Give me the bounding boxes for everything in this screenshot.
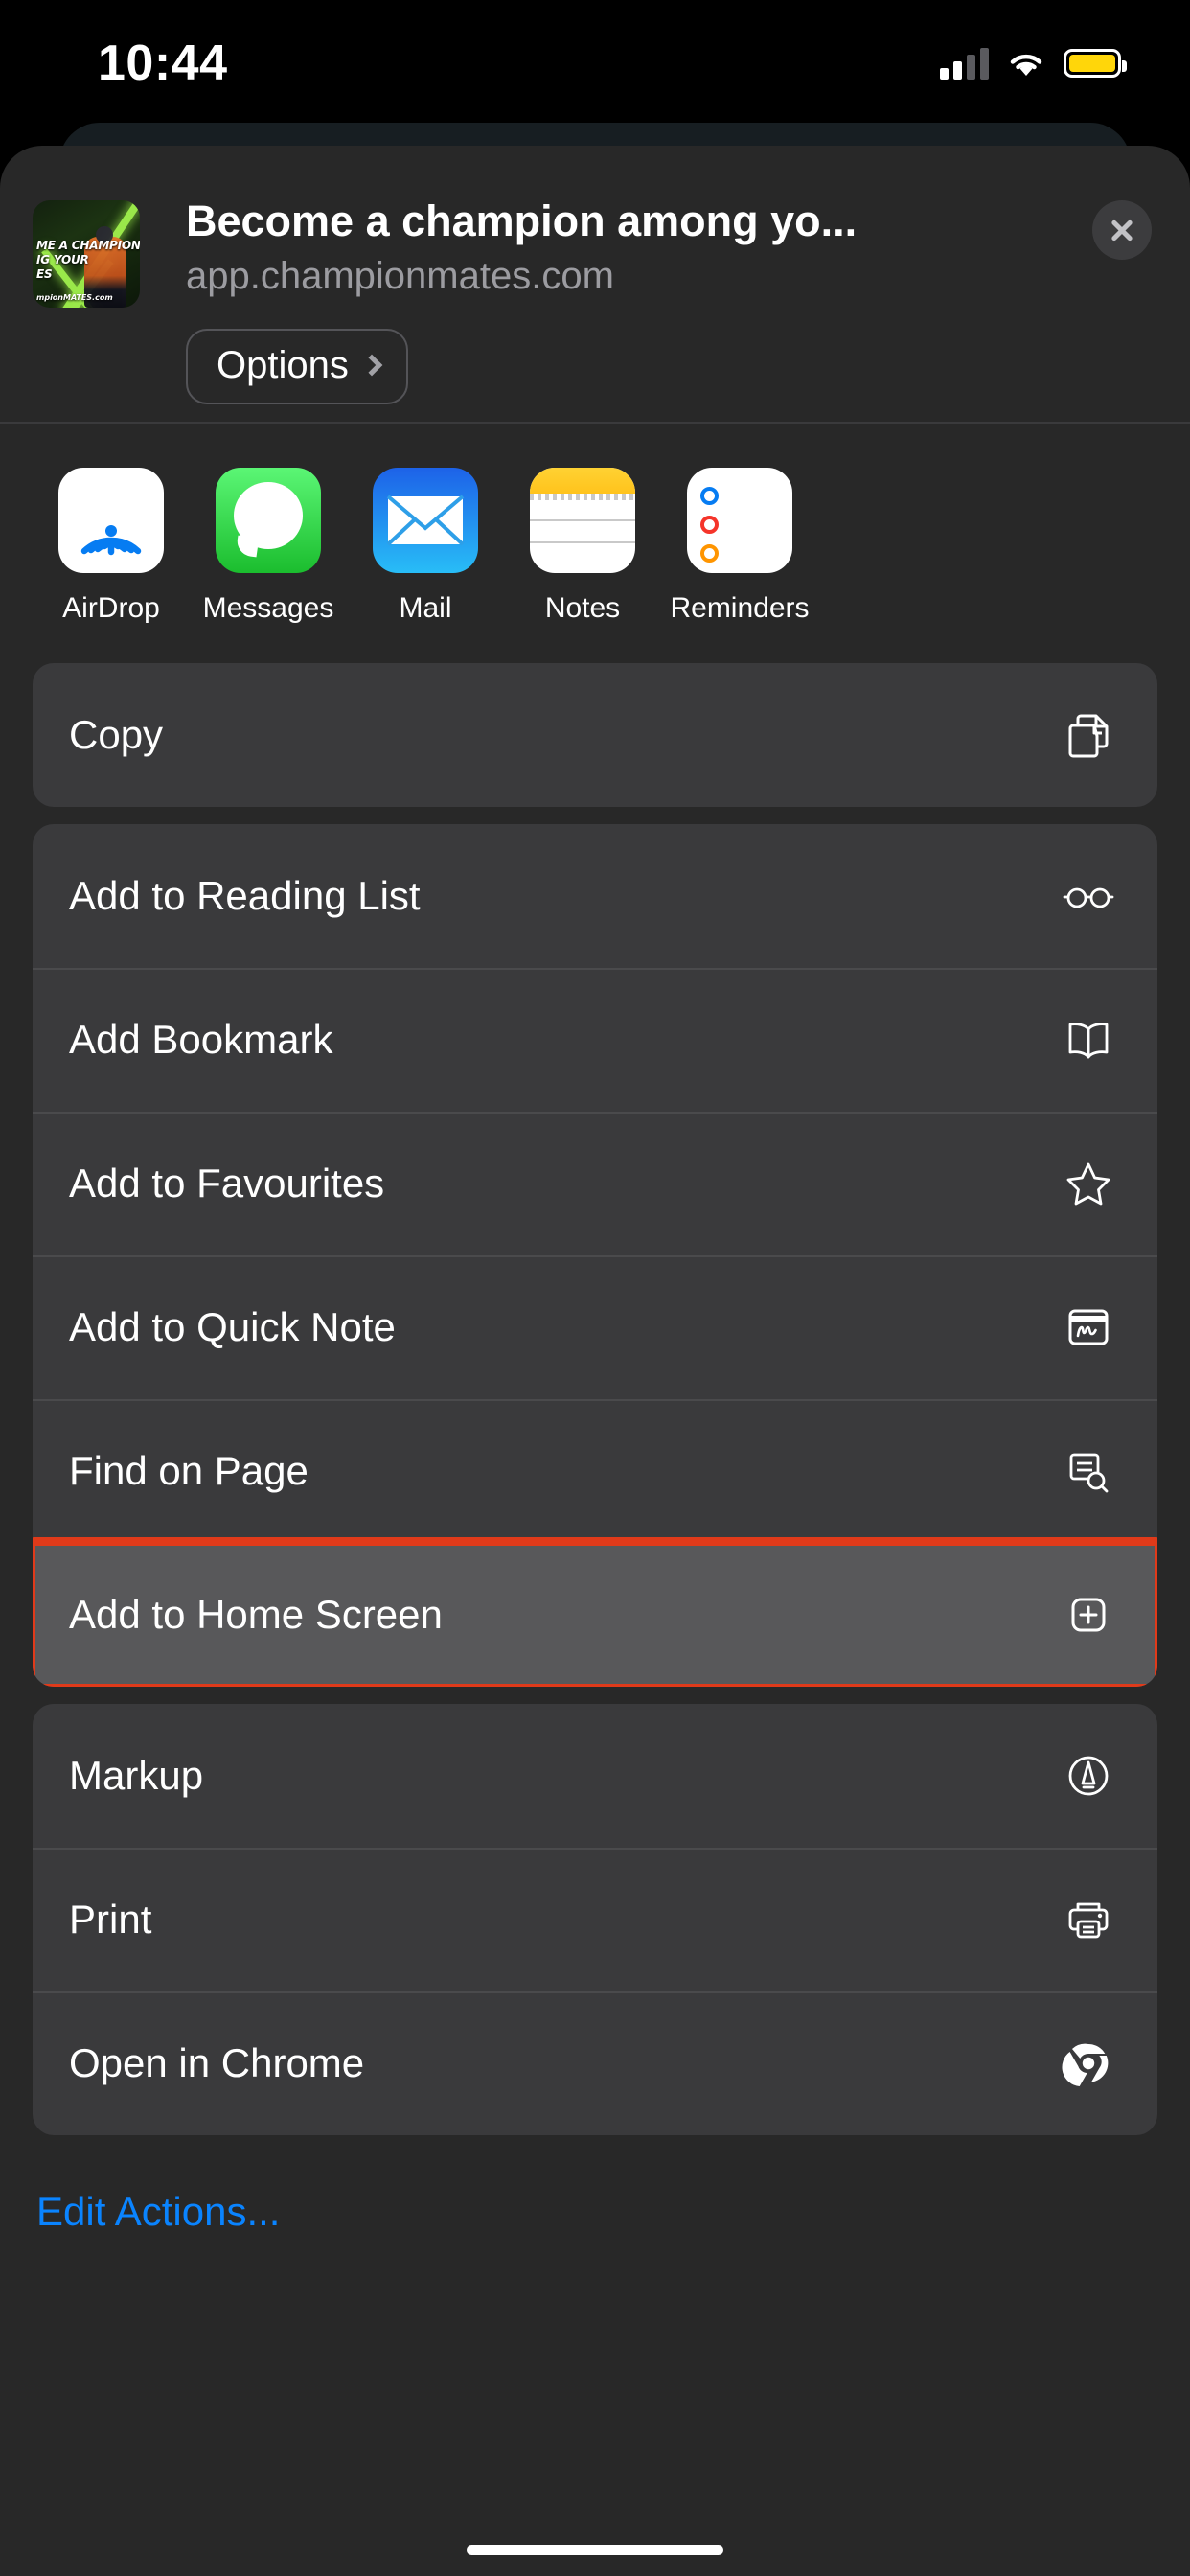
thumbnail-url: mpionMATES.com: [36, 293, 113, 302]
action-label: Add to Reading List: [69, 873, 421, 918]
wifi-icon: [1006, 48, 1046, 79]
highlighted-action-wrapper: Add to Home Screen: [33, 1537, 1157, 1687]
share-app-mail[interactable]: Mail: [347, 468, 504, 625]
share-app-label: Reminders: [670, 592, 810, 624]
messages-icon: [216, 468, 321, 573]
close-button[interactable]: [1092, 200, 1152, 260]
star-icon: [1062, 1157, 1115, 1210]
home-indicator: [467, 2545, 723, 2555]
iphone-screen: 10:44 ME A CHAMPION IG YOUR ES mpionMATE…: [0, 0, 1190, 2576]
action-label: Add to Quick Note: [69, 1304, 396, 1349]
share-app-label: Mail: [399, 592, 452, 624]
cellular-bars-icon: [940, 47, 989, 80]
share-app-row[interactable]: AirDrop Messages Mail Notes Reminders: [0, 424, 1190, 663]
page-title: Become a champion among yo...: [186, 196, 858, 245]
action-row-add-to-reading-list[interactable]: Add to Reading List: [33, 824, 1157, 968]
share-app-messages[interactable]: Messages: [190, 468, 347, 625]
status-bar: 10:44: [0, 0, 1190, 113]
action-label: Add to Favourites: [69, 1161, 385, 1206]
thumbnail-line-3: ES: [36, 267, 53, 281]
options-button[interactable]: Options: [186, 329, 408, 404]
action-row-copy[interactable]: Copy: [33, 663, 1157, 807]
preview-text-block: Become a champion among yo... app.champi…: [186, 196, 1083, 404]
notes-icon: [530, 468, 635, 573]
status-bar-indicators: [940, 47, 1127, 80]
printer-icon: [1062, 1893, 1115, 1946]
status-bar-time: 10:44: [98, 35, 228, 91]
chrome-icon: [1062, 2036, 1115, 2090]
page-url: app.championmates.com: [186, 255, 614, 297]
battery-icon: [1064, 49, 1127, 78]
chevron-right-icon: [360, 354, 383, 376]
action-label: Add Bookmark: [69, 1017, 333, 1062]
share-app-notes[interactable]: Notes: [504, 468, 661, 625]
action-row-add-to-quick-note[interactable]: Add to Quick Note: [33, 1255, 1157, 1399]
action-label: Print: [69, 1897, 152, 1942]
airdrop-icon: [58, 468, 164, 573]
action-row-add-bookmark[interactable]: Add Bookmark: [33, 968, 1157, 1112]
doc-search-icon: [1062, 1444, 1115, 1498]
action-label: Add to Home Screen: [69, 1592, 443, 1637]
share-app-label: Messages: [202, 592, 334, 624]
thumbnail-line-1: ME A CHAMPION: [36, 239, 140, 252]
action-label: Find on Page: [69, 1448, 309, 1493]
book-icon: [1062, 1013, 1115, 1067]
action-label: Open in Chrome: [69, 2040, 365, 2085]
eyeglasses-icon: [1062, 869, 1115, 923]
edit-actions-button[interactable]: Edit Actions...: [0, 2152, 1190, 2235]
share-app-label: AirDrop: [62, 592, 160, 624]
action-group-1: Copy: [33, 663, 1157, 807]
doc-on-doc-icon: [1062, 708, 1115, 762]
reminders-icon: [687, 468, 792, 573]
action-label: Markup: [69, 1753, 204, 1798]
page-thumbnail: ME A CHAMPION IG YOUR ES mpionMATES.com: [33, 200, 140, 308]
markup-pen-icon: [1062, 1749, 1115, 1803]
action-row-find-on-page[interactable]: Find on Page: [33, 1399, 1157, 1543]
share-sheet: ME A CHAMPION IG YOUR ES mpionMATES.com …: [0, 146, 1190, 2576]
action-label: Copy: [69, 712, 164, 757]
action-row-open-in-chrome[interactable]: Open in Chrome: [33, 1991, 1157, 2135]
action-row-add-to-favourites[interactable]: Add to Favourites: [33, 1112, 1157, 1255]
quick-note-icon: [1062, 1300, 1115, 1354]
action-group-2: Add to Reading List Add Bookmark Add to …: [33, 824, 1157, 1687]
share-app-reminders[interactable]: Reminders: [661, 468, 818, 625]
thumbnail-text: ME A CHAMPION IG YOUR ES: [36, 239, 140, 282]
action-group-3: Markup Print Open in Chrome: [33, 1704, 1157, 2135]
share-app-label: Notes: [544, 592, 621, 624]
action-row-markup[interactable]: Markup: [33, 1704, 1157, 1848]
options-button-label: Options: [217, 344, 349, 386]
share-preview-header: ME A CHAMPION IG YOUR ES mpionMATES.com …: [0, 146, 1190, 422]
action-row-add-to-home-screen[interactable]: Add to Home Screen: [33, 1543, 1157, 1687]
action-row-print[interactable]: Print: [33, 1848, 1157, 1991]
plus-square-icon: [1062, 1588, 1115, 1642]
mail-icon: [373, 468, 478, 573]
share-app-airdrop[interactable]: AirDrop: [33, 468, 190, 625]
thumbnail-line-2: IG YOUR: [36, 253, 89, 266]
